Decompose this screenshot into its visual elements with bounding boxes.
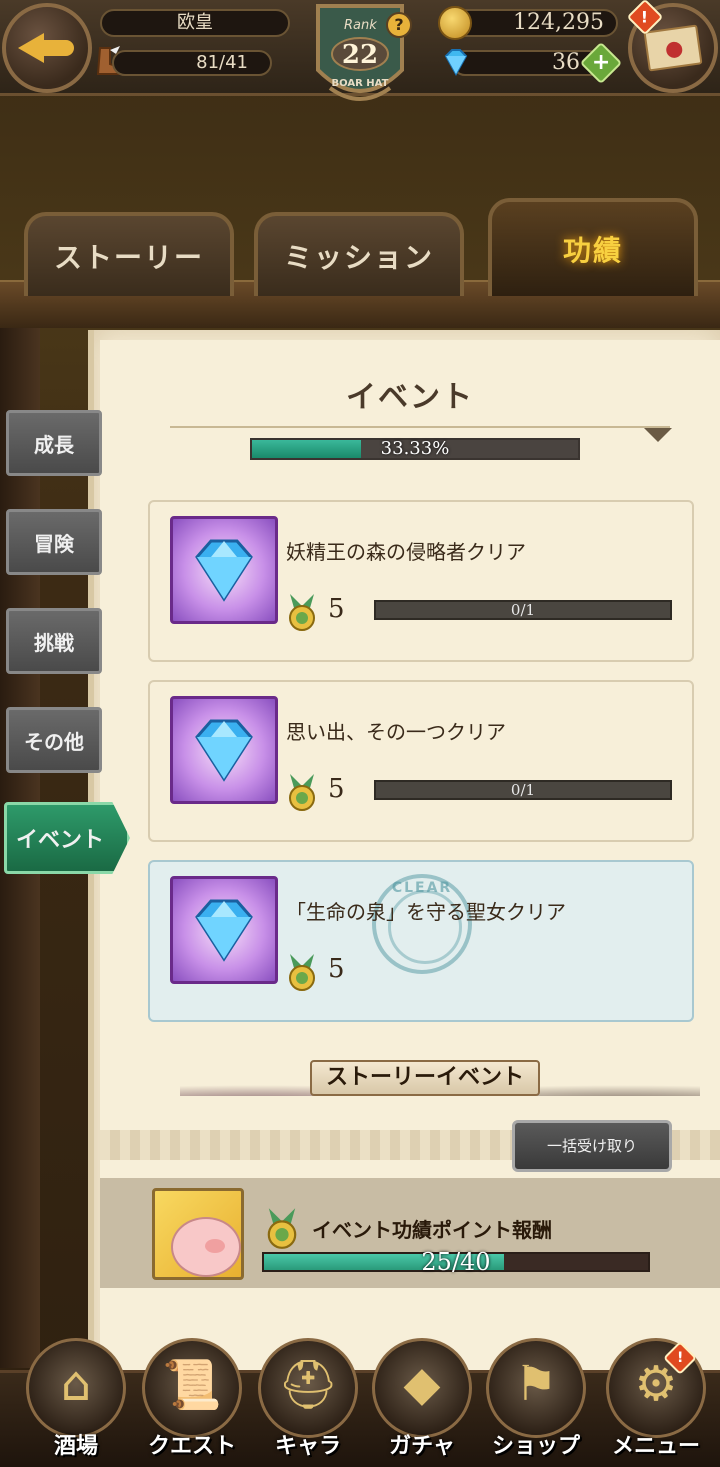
tab-label: ストーリー xyxy=(53,241,204,274)
nav-quest[interactable]: 📜 クエスト xyxy=(136,1338,248,1467)
achievement-progress-bar: 0/1 xyxy=(374,780,672,800)
side-tab-label: 成長 xyxy=(34,432,74,457)
dropdown-triangle-icon[interactable] xyxy=(644,428,672,442)
nav-label: キャラ xyxy=(274,1434,341,1459)
plus-icon: + xyxy=(591,50,611,75)
nav-menu[interactable]: ⚙ メニュー ! xyxy=(600,1338,712,1467)
helmet-icon: ⛑ xyxy=(277,1357,339,1413)
side-tab-other[interactable]: その他 xyxy=(6,707,102,773)
crystal-icon: ◆ xyxy=(403,1356,441,1412)
blue-gem-icon xyxy=(170,516,278,624)
side-tab-label: 挑戦 xyxy=(34,630,74,655)
side-tab-event[interactable]: イベント xyxy=(4,802,130,874)
tab-label: ミッション xyxy=(283,241,434,274)
achievement-points: 5 xyxy=(328,594,345,624)
back-button[interactable] xyxy=(2,3,92,93)
nav-label: クエスト xyxy=(147,1434,236,1459)
blue-gem-icon xyxy=(170,876,278,984)
help-icon[interactable]: ? xyxy=(386,12,412,38)
title-divider xyxy=(170,426,670,428)
nav-label: ガチャ xyxy=(389,1434,455,1459)
shop-sign-icon: ⚑ xyxy=(514,1356,558,1412)
tab-label: 功績 xyxy=(562,234,623,267)
section-progress-text: 33.33% xyxy=(380,438,450,459)
envelope-icon xyxy=(643,24,703,72)
achievement-title: 思い出、その一つクリア xyxy=(286,720,506,744)
gold-counter: 124,295 xyxy=(452,9,618,37)
side-tab-adventure[interactable]: 冒険 xyxy=(6,509,102,575)
blue-gem-icon xyxy=(170,696,278,804)
tab-story[interactable]: ストーリー xyxy=(24,212,234,296)
side-tab-label: その他 xyxy=(24,729,84,754)
tab-mission[interactable]: ミッション xyxy=(254,212,464,296)
medal-icon xyxy=(289,774,315,811)
tavern-icon: ⌂ xyxy=(60,1356,92,1412)
scroll-icon: 📜 xyxy=(162,1357,222,1413)
section-progress-bar: 33.33% xyxy=(250,438,580,460)
tab-achievements[interactable]: 功績 xyxy=(488,198,698,296)
medal-icon xyxy=(267,1208,297,1249)
nav-character[interactable]: ⛑ キャラ xyxy=(252,1338,364,1467)
rank-label: Rank xyxy=(344,18,377,33)
gear-icon: ⚙ xyxy=(634,1356,678,1412)
claim-all-button[interactable]: 一括受け取り xyxy=(512,1120,672,1172)
gem-icon xyxy=(444,49,468,77)
medal-icon xyxy=(289,954,315,991)
rank-value: 22 xyxy=(341,40,379,70)
achievement-title: 妖精王の森の侵略者クリア xyxy=(286,540,526,564)
achievement-progress-text: 0/1 xyxy=(510,781,536,799)
back-arrow-icon xyxy=(18,31,76,65)
gold-coin-icon xyxy=(438,6,472,40)
gem-counter: 36 xyxy=(452,50,602,76)
pig-avatar xyxy=(152,1188,244,1280)
stamina-counter: 81/41 xyxy=(112,50,272,76)
nav-tavern[interactable]: ⌂ 酒場 xyxy=(20,1338,132,1467)
reward-progress-text: 25/40 xyxy=(421,1248,491,1276)
side-tab-challenge[interactable]: 挑戦 xyxy=(6,608,102,674)
reward-title: イベント功績ポイント報酬 xyxy=(312,1218,552,1242)
achievement-card-cleared[interactable]: CLEAR 「生命の泉」を守る聖女クリア 5 xyxy=(148,860,694,1022)
banner-label: ストーリーイベント xyxy=(310,1060,540,1096)
story-event-banner: ストーリーイベント xyxy=(180,1048,700,1096)
achievement-title: 「生命の泉」を守る聖女クリア xyxy=(286,900,566,924)
achievement-progress-text: 0/1 xyxy=(510,601,536,619)
rank-emblem-text: BOAR HAT xyxy=(331,78,389,89)
clear-stamp-text: CLEAR xyxy=(391,880,453,896)
achievement-points: 5 xyxy=(328,954,345,984)
side-tab-label: イベント xyxy=(15,828,104,853)
medal-icon xyxy=(289,594,315,631)
achievement-card[interactable]: 妖精王の森の侵略者クリア 5 0/1 xyxy=(148,500,694,662)
side-tab-growth[interactable]: 成長 xyxy=(6,410,102,476)
achievement-points: 5 xyxy=(328,774,345,804)
achievement-progress-bar: 0/1 xyxy=(374,600,672,620)
player-name: 欧皇 xyxy=(100,9,290,37)
achievement-card[interactable]: 思い出、その一つクリア 5 0/1 xyxy=(148,680,694,842)
side-tab-label: 冒険 xyxy=(34,531,74,556)
nav-gacha[interactable]: ◆ ガチャ xyxy=(366,1338,478,1467)
nav-shop[interactable]: ⚑ ショップ xyxy=(480,1338,592,1467)
section-title: イベント xyxy=(346,380,474,415)
nav-label: 酒場 xyxy=(53,1434,98,1459)
reward-progress-bar: 25/40 xyxy=(262,1248,650,1276)
nav-label: ショップ xyxy=(491,1434,580,1459)
nav-label: メニュー xyxy=(611,1434,700,1459)
